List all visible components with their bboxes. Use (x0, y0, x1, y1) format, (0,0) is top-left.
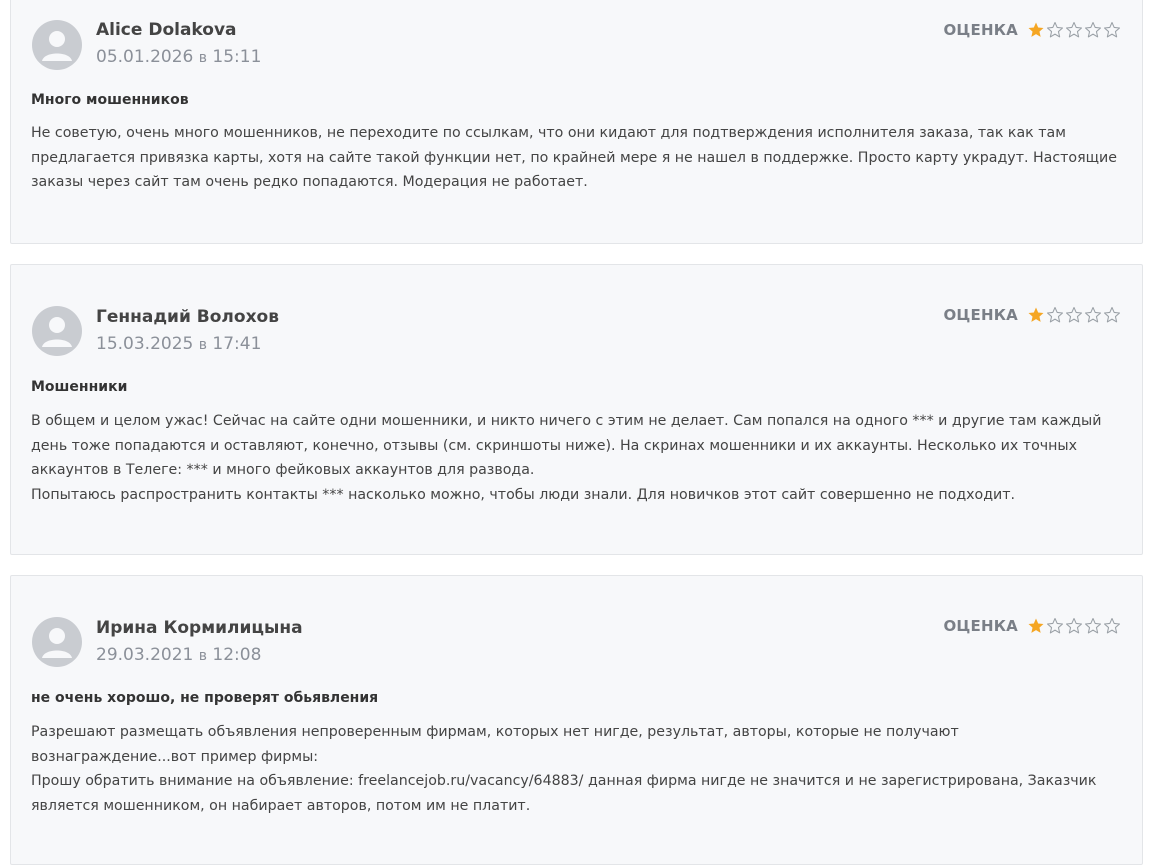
review-paragraph: В общем и целом ужас! Сейчас на сайте од… (31, 413, 1102, 478)
star-empty-icon (1084, 617, 1102, 634)
star-empty-icon (1046, 306, 1064, 323)
avatar-icon (32, 617, 82, 667)
review-date: 29.03.2021 в 12:08 (96, 645, 262, 665)
review-text: Разрешают размещать объявления непровере… (31, 720, 1126, 818)
rating-stars (1027, 21, 1122, 39)
rating-label: ОЦЕНКА (943, 617, 1018, 635)
rating-stars (1027, 306, 1122, 324)
avatar-icon (32, 20, 82, 70)
star-filled-icon (1028, 22, 1044, 37)
star-empty-icon (1065, 617, 1083, 634)
review-text: В общем и целом ужас! Сейчас на сайте од… (31, 409, 1126, 507)
star-empty-icon (1065, 306, 1083, 323)
star-empty-icon (1046, 21, 1064, 38)
star-empty-icon (1065, 21, 1083, 38)
review-paragraph: Попытаюсь распространить контакты *** на… (31, 486, 1016, 503)
review-title: Мошенники (31, 379, 128, 395)
review-author[interactable]: Ирина Кормилицына (96, 618, 303, 638)
review-paragraph: Не советую, очень много мошенников, не п… (31, 125, 1117, 190)
review-rating: ОЦЕНКА (943, 21, 1122, 39)
review-text: Не советую, очень много мошенников, не п… (31, 121, 1126, 195)
rating-label: ОЦЕНКА (943, 21, 1018, 39)
star-empty-icon (1103, 617, 1121, 634)
star-filled-icon (1028, 618, 1044, 633)
rating-stars (1027, 617, 1122, 635)
review-card: Alice Dolakova 05.01.2026 в 15:11 ОЦЕНКА… (10, 0, 1143, 244)
star-empty-icon (1084, 21, 1102, 38)
star-empty-icon (1084, 306, 1102, 323)
review-paragraph: Разрешают размещать объявления непровере… (31, 724, 959, 765)
review-paragraph: Прошу обратить внимание на объявление: f… (31, 773, 1097, 814)
star-empty-icon (1046, 617, 1064, 634)
review-date: 15.03.2025 в 17:41 (96, 334, 262, 354)
review-rating: ОЦЕНКА (943, 306, 1122, 324)
review-date: 05.01.2026 в 15:11 (96, 47, 262, 67)
star-empty-icon (1103, 306, 1121, 323)
review-title: не очень хорошо, не проверят обьявления (31, 690, 379, 706)
star-filled-icon (1028, 307, 1044, 322)
review-title: Много мошенников (31, 92, 189, 108)
review-author[interactable]: Alice Dolakova (96, 20, 237, 40)
rating-label: ОЦЕНКА (943, 306, 1018, 324)
avatar-icon (32, 306, 82, 356)
review-rating: ОЦЕНКА (943, 617, 1122, 635)
review-card: Геннадий Волохов 15.03.2025 в 17:41 ОЦЕН… (10, 264, 1143, 555)
review-author[interactable]: Геннадий Волохов (96, 307, 279, 327)
star-empty-icon (1103, 21, 1121, 38)
review-card: Ирина Кормилицына 29.03.2021 в 12:08 ОЦЕ… (10, 575, 1143, 865)
